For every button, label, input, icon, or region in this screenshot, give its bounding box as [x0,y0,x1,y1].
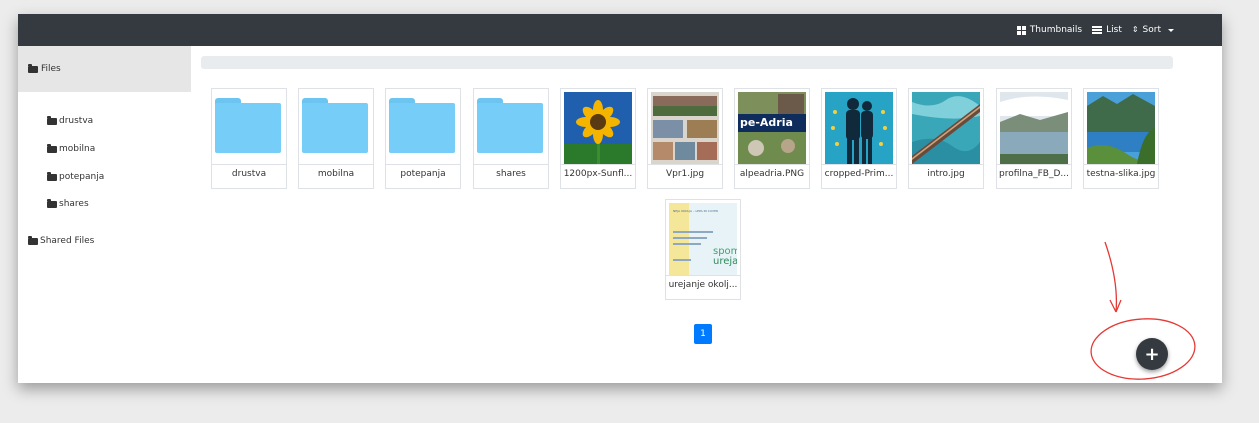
file-name: mobilna [317,169,355,179]
plus-icon: + [1144,343,1160,365]
file-name: alpeadria.PNG [739,169,805,179]
folder-icon [47,198,57,208]
upload-progress-bar [201,56,1173,69]
sidebar-item-label: potepanja [59,172,105,182]
sidebar-item-label: mobilna [59,144,96,154]
file-name: intro.jpg [927,169,965,179]
thumbnails-view-button[interactable]: Thumbnails [1016,25,1083,35]
thumbnail-text: NEJA OKOLJA – LEPA IN CUVER [673,209,719,213]
file-card-urejanje-okolja[interactable]: NEJA OKOLJA – LEPA IN CUVER spom urejan … [665,199,741,300]
grid-icon [1016,25,1026,35]
sidebar-item-potepanja[interactable]: potepanja [47,171,105,182]
file-card-intro[interactable]: intro.jpg [908,88,984,189]
sidebar-item-drustva[interactable]: drustva [47,115,94,126]
thumbnail-text: urejan [713,256,737,267]
sunflower-thumbnail [564,92,632,164]
file-card-drustva[interactable]: drustva [211,88,287,189]
bridge-river-thumbnail [912,92,980,164]
sidebar-item-label: drustva [59,116,94,126]
file-name: drustva [231,169,267,179]
file-name: cropped-Prim... [824,169,894,179]
sidebar-item-label: Files [41,64,61,74]
folder-icon [477,98,543,153]
folder-icon [215,98,281,153]
lake-landscape-thumbnail [1000,92,1068,164]
file-manager-window: Thumbnails List ⇕ Sort Files drustva mob… [18,14,1222,383]
pagination-page-1[interactable]: 1 [694,324,712,344]
file-card-vpr1[interactable]: Vpr1.jpg [647,88,723,189]
thumbnails-label: Thumbnails [1029,25,1083,35]
list-view-button[interactable]: List [1092,25,1122,35]
file-name: shares [496,169,526,179]
list-label: List [1106,25,1122,35]
file-card-cropped-prim[interactable]: cropped-Prim... [821,88,897,189]
file-card-testna-slika[interactable]: testna-slika.jpg [1083,88,1159,189]
file-name: Vpr1.jpg [665,169,705,179]
file-card-shares[interactable]: shares [473,88,549,189]
file-grid-area: drustva mobilna potepanja shares 1200px-… [201,54,1173,374]
list-icon [1092,26,1103,34]
file-name: 1200px-Sunfl... [563,169,633,179]
file-name: urejanje okolj... [668,280,738,290]
river-valley-thumbnail [1087,92,1155,164]
sort-dropdown-button[interactable]: ⇕ Sort [1132,25,1174,35]
eu-couple-thumbnail [825,92,893,164]
folder-icon [302,98,368,153]
alpeadria-thumbnail: pe-Adria [738,92,806,164]
sort-icon: ⇕ [1131,25,1139,34]
file-card-potepanja[interactable]: potepanja [385,88,461,189]
file-card-alpeadria[interactable]: pe-Adria alpeadria.PNG [734,88,810,189]
folder-icon [47,143,57,153]
top-toolbar: Thumbnails List ⇕ Sort [18,14,1222,46]
file-card-mobilna[interactable]: mobilna [298,88,374,189]
file-name: profilna_FB_D... [999,169,1069,179]
sidebar-item-shared-files[interactable]: Shared Files [28,235,95,246]
folder-icon [47,171,57,181]
sidebar-item-shares[interactable]: shares [47,198,89,209]
file-card-profilna[interactable]: profilna_FB_D... [996,88,1072,189]
folder-open-icon [28,63,38,73]
poster-thumbnail: NEJA OKOLJA – LEPA IN CUVER spom urejan [669,203,737,275]
folder-icon [28,235,38,245]
folder-icon [389,98,455,153]
sidebar-item-mobilna[interactable]: mobilna [47,143,96,154]
caret-down-icon [1168,28,1174,32]
sort-label: Sort [1142,25,1161,35]
file-card-sunflower[interactable]: 1200px-Sunfl... [560,88,636,189]
sidebar-item-files[interactable]: Files [18,46,191,92]
collage-thumbnail [651,92,719,164]
file-name: potepanja [400,169,446,179]
add-file-button[interactable]: + [1136,338,1168,370]
folder-tree-sidebar: Files drustva mobilna potepanja shares S… [18,46,191,383]
sidebar-item-label: shares [59,199,89,209]
file-name: testna-slika.jpg [1086,169,1156,179]
folder-icon [47,115,57,125]
sidebar-item-label: Shared Files [40,236,95,246]
thumbnail-text: pe-Adria [740,116,793,129]
